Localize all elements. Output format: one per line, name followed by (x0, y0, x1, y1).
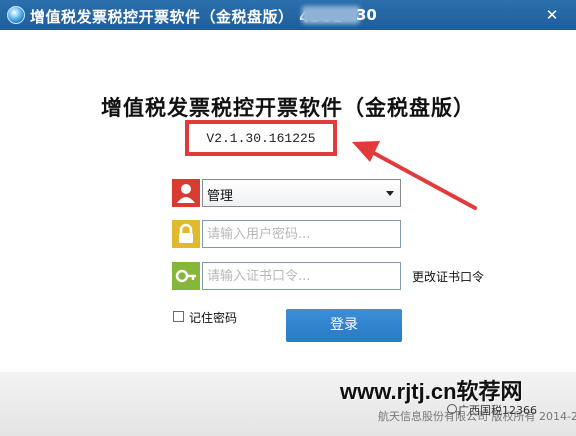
version-highlight-box: V2.1.30.161225 (185, 120, 337, 156)
channel-logo-icon (447, 404, 457, 414)
lock-icon (172, 220, 200, 248)
change-cert-password-link[interactable]: 更改证书口令 (412, 268, 484, 285)
highlight-arrow (352, 141, 477, 210)
title-bar: 增值税发票税控开票软件（金税盘版） 4501 30 ✕ (0, 0, 576, 30)
channel-badge: 广西国税12366 (458, 404, 537, 417)
window-title-suffix: 30 (356, 6, 377, 24)
window-title: 增值税发票税控开票软件（金税盘版） 4501 (30, 8, 343, 26)
cert-password-input[interactable] (202, 262, 401, 290)
app-heading: 增值税发票税控开票软件（金税盘版） (101, 96, 475, 120)
chevron-down-icon[interactable] (386, 191, 394, 196)
app-logo-icon (7, 6, 25, 24)
user-select-value: 管理 (207, 189, 234, 204)
password-input[interactable] (202, 220, 401, 248)
close-icon[interactable]: ✕ (542, 5, 562, 25)
remember-password-label: 记住密码 (189, 311, 238, 325)
redacted-tax-id (302, 6, 360, 24)
login-button[interactable]: 登录 (286, 309, 402, 342)
version-label: V2.1.30.161225 (206, 131, 316, 146)
user-icon (172, 179, 200, 207)
remember-password-checkbox[interactable] (173, 311, 184, 322)
key-icon (172, 262, 200, 290)
user-select[interactable]: 管理 (202, 179, 401, 207)
